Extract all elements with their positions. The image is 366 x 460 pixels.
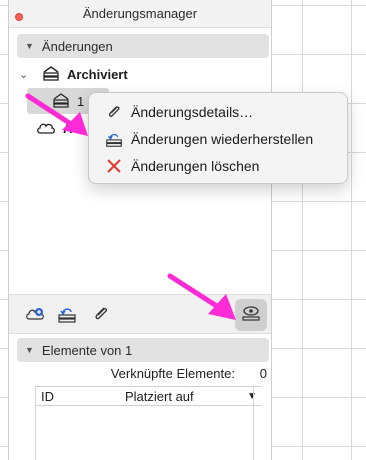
linked-elements-count: 0 <box>259 366 267 381</box>
paperclip-icon <box>90 303 112 328</box>
menu-item-change-details[interactable]: Änderungsdetails… <box>89 99 347 125</box>
annotation-arrow-icon <box>167 273 236 320</box>
paperclip-icon <box>103 101 125 123</box>
changes-section-header[interactable]: ▼ Änderungen <box>17 34 269 58</box>
table-column-divider <box>35 386 36 460</box>
cloud-add-icon <box>24 303 46 328</box>
elements-table-header: ID Platziert auf ▼ <box>35 386 261 406</box>
window-title: Änderungsmanager <box>82 6 198 21</box>
menu-item-label: Änderungen wiederherstellen <box>131 131 314 147</box>
column-header-placed[interactable]: Platziert auf <box>125 389 194 404</box>
column-header-id[interactable]: ID <box>41 389 54 404</box>
archive-stack-icon <box>41 64 61 84</box>
changes-section-label: Änderungen <box>41 38 113 54</box>
menu-item-delete-changes[interactable]: Änderungen löschen <box>89 153 347 179</box>
delete-x-icon <box>103 155 125 177</box>
close-window-button[interactable] <box>15 13 23 21</box>
change-details-button[interactable] <box>89 303 113 327</box>
elements-section-header[interactable]: ▼ Elemente von 1 <box>17 338 269 362</box>
context-menu: Änderungsdetails… Änderungen wiederherst… <box>88 92 348 184</box>
elements-section-label: Elemente von 1 <box>41 342 133 358</box>
restore-changes-button[interactable] <box>55 303 79 327</box>
change-manager-panel: Änderungsmanager ▼ Änderungen ⌄ Archivie… <box>8 0 272 460</box>
restore-icon <box>103 128 125 150</box>
restore-icon <box>56 303 78 328</box>
tree-item-archived[interactable]: ⌄ Archiviert <box>19 62 128 86</box>
tree-item-archived-label: Archiviert <box>67 66 128 82</box>
collapse-triangle-icon[interactable]: ▼ <box>25 345 34 355</box>
menu-item-label: Änderungen löschen <box>131 158 260 174</box>
chevron-down-icon[interactable]: ⌄ <box>19 68 35 81</box>
collapse-triangle-icon[interactable]: ▼ <box>25 41 34 51</box>
menu-item-label: Änderungsdetails… <box>131 104 254 120</box>
linked-elements-label: Verknüpfte Elemente: <box>110 366 235 381</box>
menu-item-restore-changes[interactable]: Änderungen wiederherstellen <box>89 126 347 152</box>
add-change-button[interactable] <box>23 303 47 327</box>
window-titlebar: Änderungsmanager <box>9 0 271 28</box>
table-column-divider <box>253 386 254 460</box>
annotation-arrow-icon <box>25 93 88 136</box>
